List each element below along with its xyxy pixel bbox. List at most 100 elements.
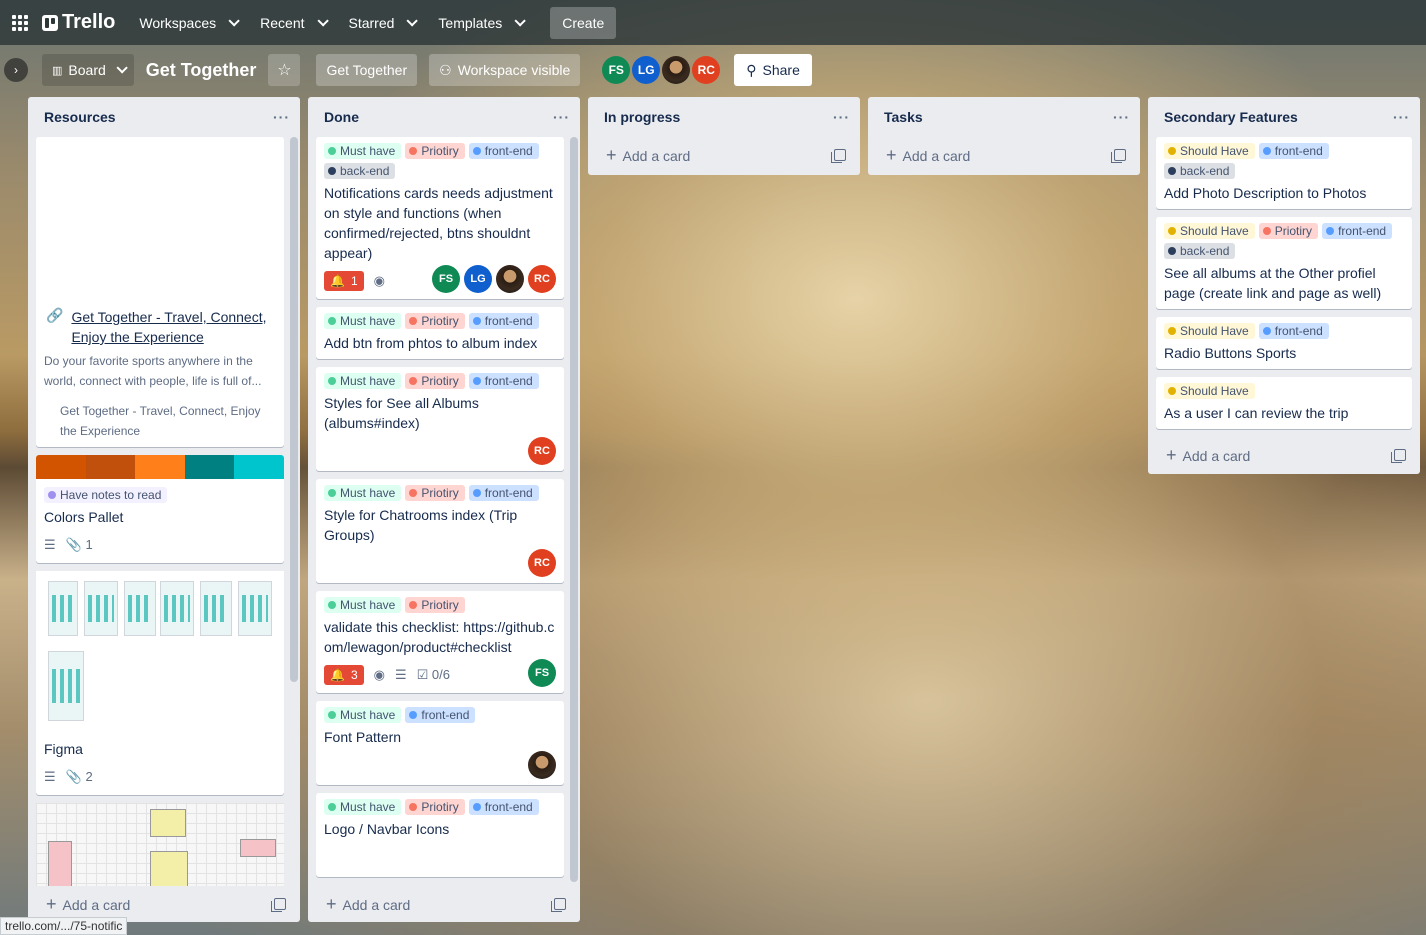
card-template-icon[interactable] bbox=[1391, 449, 1406, 463]
card-radio-buttons[interactable]: Should Have front-end Radio Buttons Spor… bbox=[1156, 317, 1412, 369]
label-priority[interactable]: Priotiry bbox=[1258, 223, 1319, 239]
card-albums-style[interactable]: Must have Priotiry front-end Styles for … bbox=[316, 367, 564, 471]
card-checklist[interactable]: Must have Priotiry validate this checkli… bbox=[316, 591, 564, 693]
more-options-icon[interactable]: ··· bbox=[553, 109, 570, 125]
card-colors-pallet[interactable]: Have notes to read Colors Pallet ☰ 📎 1 bbox=[36, 455, 284, 563]
card-labels: Must have Priotiry front-end bbox=[324, 373, 556, 389]
add-card-button[interactable]: + Add a card bbox=[588, 137, 860, 173]
label-must-have[interactable]: Must have bbox=[324, 313, 402, 329]
label-have-notes[interactable]: Have notes to read bbox=[44, 487, 168, 503]
avatar[interactable] bbox=[528, 751, 556, 779]
card-chatrooms-style[interactable]: Must have Priotiry front-end Style for C… bbox=[316, 479, 564, 583]
label-priority[interactable]: Priotiry bbox=[405, 799, 465, 815]
label-should-have[interactable]: Should Have bbox=[1164, 323, 1255, 339]
add-card-button[interactable]: + Add a card bbox=[308, 886, 580, 922]
label-front-end[interactable]: front-end bbox=[468, 485, 539, 501]
card-figma[interactable]: Figma ☰ 📎 2 bbox=[36, 571, 284, 795]
avatar[interactable]: FS bbox=[528, 659, 556, 687]
card-template-icon[interactable] bbox=[551, 898, 566, 912]
label-must-have[interactable]: Must have bbox=[324, 597, 402, 613]
visibility-button[interactable]: ⚇ Workspace visible bbox=[429, 54, 581, 86]
label-back-end[interactable]: back-end bbox=[1164, 163, 1236, 179]
list-title[interactable]: Secondary Features bbox=[1164, 109, 1298, 125]
label-front-end[interactable]: front-end bbox=[1258, 143, 1329, 159]
card-template-icon[interactable] bbox=[271, 898, 286, 912]
recent-menu[interactable]: Recent bbox=[250, 7, 334, 39]
avatar[interactable]: LG bbox=[632, 56, 661, 84]
label-priority[interactable]: Priotiry bbox=[405, 143, 465, 159]
notification-badge[interactable]: 🔔 1 bbox=[324, 271, 364, 291]
card-add-btn[interactable]: Must have Priotiry front-end Add btn fro… bbox=[316, 307, 564, 359]
label-front-end[interactable]: front-end bbox=[468, 313, 539, 329]
list-title[interactable]: In progress bbox=[604, 109, 680, 125]
card-logo-navbar[interactable]: Must have Priotiry front-end Logo / Navb… bbox=[316, 793, 564, 877]
link-title-text[interactable]: Get Together - Travel, Connect, Enjoy th… bbox=[71, 307, 276, 347]
label-back-end[interactable]: back-end bbox=[324, 163, 396, 179]
avatar[interactable] bbox=[662, 56, 691, 84]
workspace-button[interactable]: Get Together bbox=[316, 54, 418, 86]
add-card-button[interactable]: + Add a card bbox=[868, 137, 1140, 173]
expand-sidebar-icon[interactable]: › bbox=[4, 58, 28, 82]
list-title[interactable]: Done bbox=[324, 109, 359, 125]
label-should-have[interactable]: Should Have bbox=[1164, 143, 1255, 159]
app-switcher-icon[interactable] bbox=[8, 11, 32, 35]
board-title[interactable]: Get Together bbox=[140, 60, 263, 81]
card-schema[interactable] bbox=[36, 803, 284, 886]
create-button[interactable]: Create bbox=[550, 6, 617, 39]
label-should-have[interactable]: Should Have bbox=[1164, 223, 1255, 239]
card-see-all-albums[interactable]: Should Have Priotiry front-end back-end … bbox=[1156, 217, 1412, 309]
more-options-icon[interactable]: ··· bbox=[1393, 109, 1410, 125]
label-front-end[interactable]: front-end bbox=[1322, 223, 1393, 239]
more-options-icon[interactable]: ··· bbox=[273, 109, 290, 125]
label-front-end[interactable]: front-end bbox=[468, 799, 539, 815]
label-must-have[interactable]: Must have bbox=[324, 707, 402, 723]
card-title: As a user I can review the trip bbox=[1164, 405, 1349, 421]
avatar[interactable]: RC bbox=[528, 437, 556, 465]
notification-badge[interactable]: 🔔 3 bbox=[324, 665, 364, 685]
label-front-end[interactable]: front-end bbox=[468, 373, 539, 389]
board-view-switcher[interactable]: ▥ Board bbox=[42, 54, 134, 86]
trello-logo[interactable]: Trello bbox=[36, 11, 125, 34]
card-link[interactable]: 🔗 Get Together - Travel, Connect, Enjoy … bbox=[36, 137, 284, 447]
avatar[interactable]: RC bbox=[528, 265, 556, 293]
label-must-have[interactable]: Must have bbox=[324, 485, 402, 501]
list-cards: 🔗 Get Together - Travel, Connect, Enjoy … bbox=[28, 137, 300, 886]
label-front-end[interactable]: front-end bbox=[405, 707, 476, 723]
avatar[interactable] bbox=[496, 265, 524, 293]
card-template-icon[interactable] bbox=[1111, 149, 1126, 163]
card-font-pattern[interactable]: Must have front-end Font Pattern bbox=[316, 701, 564, 785]
label-must-have[interactable]: Must have bbox=[324, 143, 402, 159]
label-front-end[interactable]: front-end bbox=[468, 143, 539, 159]
starred-menu[interactable]: Starred bbox=[339, 7, 425, 39]
label-back-end[interactable]: back-end bbox=[1164, 243, 1236, 259]
avatar[interactable]: LG bbox=[464, 265, 492, 293]
label-front-end[interactable]: front-end bbox=[1258, 323, 1329, 339]
templates-menu[interactable]: Templates bbox=[428, 7, 532, 39]
card-template-icon[interactable] bbox=[831, 149, 846, 163]
list-title[interactable]: Resources bbox=[44, 109, 116, 125]
card-notifications[interactable]: Must have Priotiry front-end back-end No… bbox=[316, 137, 564, 299]
label-priority[interactable]: Priotiry bbox=[405, 313, 465, 329]
share-button[interactable]: ⚲ Share bbox=[734, 54, 812, 86]
label-priority[interactable]: Priotiry bbox=[405, 373, 465, 389]
label-must-have[interactable]: Must have bbox=[324, 373, 402, 389]
star-board-icon[interactable]: ☆ bbox=[268, 54, 301, 86]
link-title[interactable]: 🔗 Get Together - Travel, Connect, Enjoy … bbox=[44, 303, 276, 347]
label-should-have[interactable]: Should Have bbox=[1164, 383, 1255, 399]
avatar[interactable]: FS bbox=[602, 56, 631, 84]
label-priority[interactable]: Priotiry bbox=[405, 485, 465, 501]
card-photo-description[interactable]: Should Have front-end back-end Add Photo… bbox=[1156, 137, 1412, 209]
more-options-icon[interactable]: ··· bbox=[833, 109, 850, 125]
more-options-icon[interactable]: ··· bbox=[1113, 109, 1130, 125]
label-must-have[interactable]: Must have bbox=[324, 799, 402, 815]
workspaces-menu[interactable]: Workspaces bbox=[129, 7, 246, 39]
list-scrollbar[interactable] bbox=[570, 137, 578, 882]
avatar[interactable]: RC bbox=[692, 56, 721, 84]
list-scrollbar[interactable] bbox=[290, 137, 298, 682]
avatar[interactable]: FS bbox=[432, 265, 460, 293]
card-review-trip[interactable]: Should Have As a user I can review the t… bbox=[1156, 377, 1412, 429]
label-priority[interactable]: Priotiry bbox=[405, 597, 465, 613]
list-title[interactable]: Tasks bbox=[884, 109, 923, 125]
add-card-button[interactable]: + Add a card bbox=[1148, 437, 1420, 473]
avatar[interactable]: RC bbox=[528, 549, 556, 577]
